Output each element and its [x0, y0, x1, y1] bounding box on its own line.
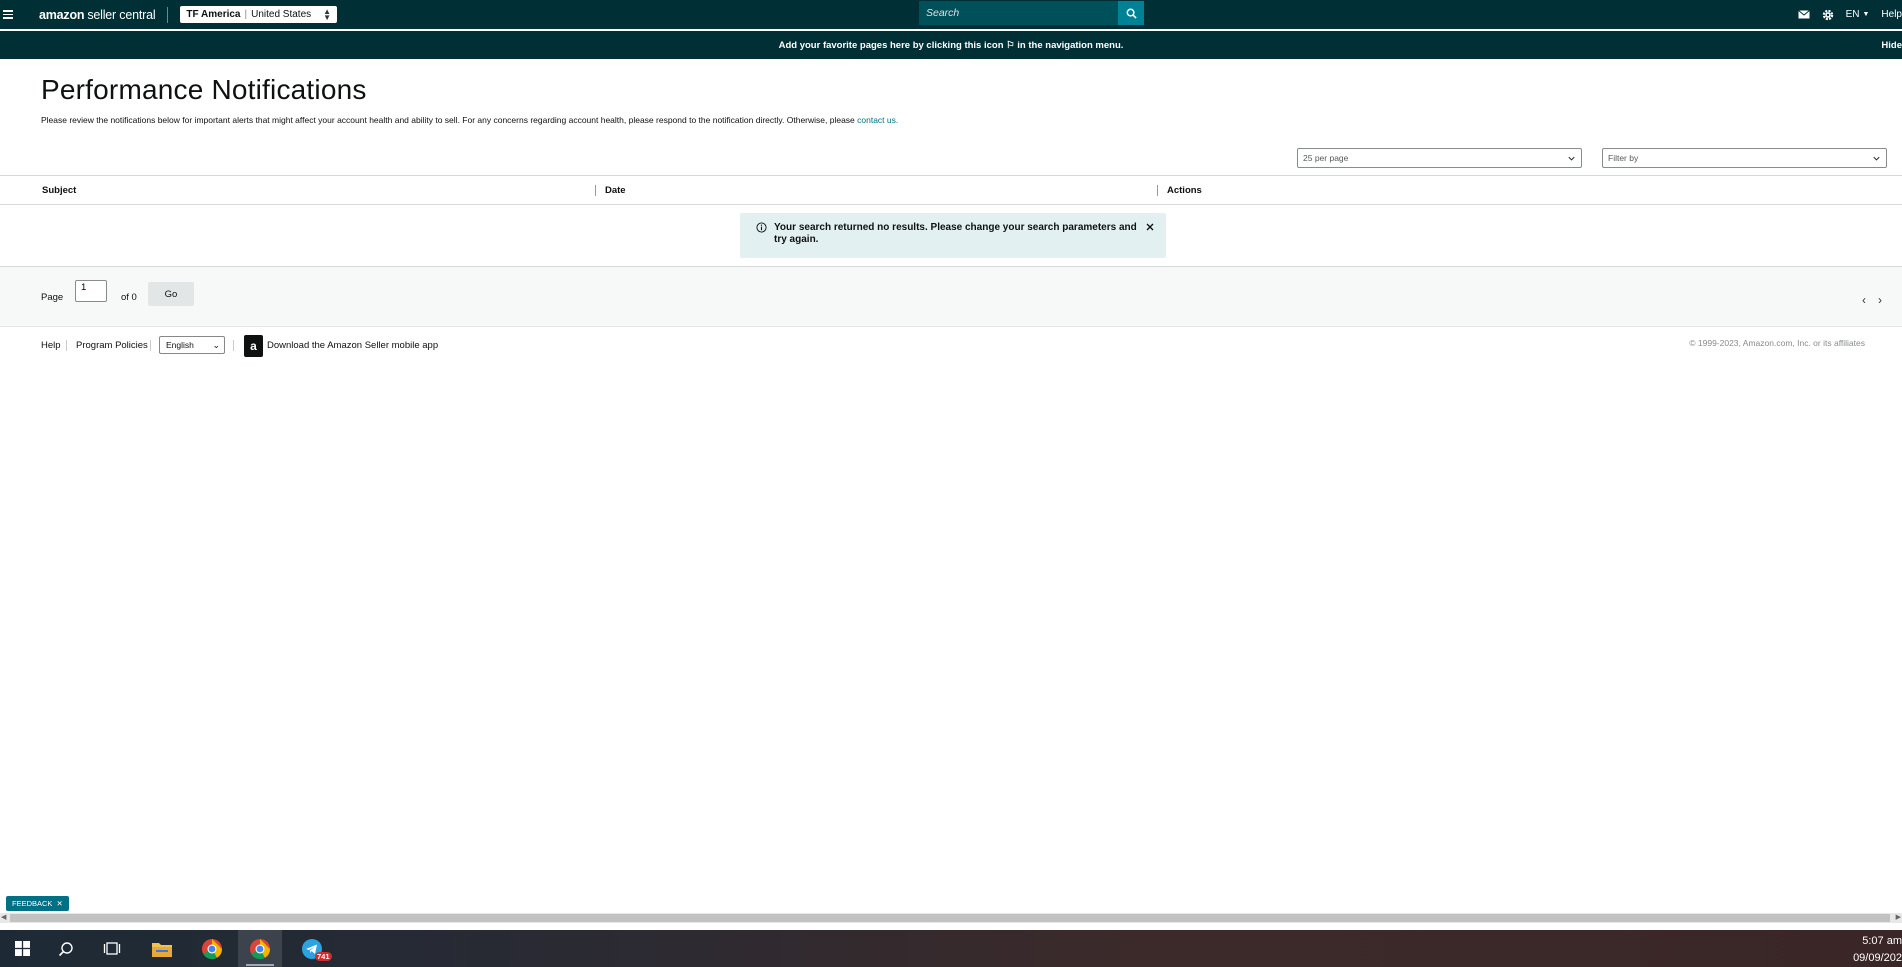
taskbar-search-button[interactable] — [44, 930, 88, 967]
search-icon — [1126, 8, 1137, 19]
notifications-table-header: Subject Date Actions — [0, 175, 1902, 205]
folder-icon — [152, 942, 172, 957]
chevron-down-icon: ⌄ — [212, 340, 220, 350]
account-separator: | — [244, 9, 248, 20]
footer-language-select[interactable]: English ⌄ — [159, 336, 225, 354]
windows-taskbar: 741 5:07 am 09/09/202 — [0, 930, 1902, 967]
intro-text: Please review the notifications below fo… — [41, 115, 858, 125]
feedback-label: FEEDBACK — [12, 899, 53, 908]
account-region: United States — [251, 9, 312, 20]
column-header-date[interactable]: Date — [605, 176, 626, 204]
info-icon — [756, 222, 767, 233]
mail-button[interactable] — [1797, 10, 1810, 19]
task-view-icon — [103, 942, 121, 955]
logo-text: seller central — [87, 7, 156, 22]
help-link[interactable]: Help — [1881, 9, 1902, 20]
no-results-alert: Your search returned no results. Please … — [740, 213, 1166, 258]
menu-icon[interactable] — [3, 10, 21, 19]
footer-help-link[interactable]: Help — [41, 340, 61, 351]
footer-divider — [150, 340, 151, 351]
footer-language-value: English — [166, 340, 194, 350]
footer-divider — [66, 340, 67, 351]
page-label: Page — [41, 292, 64, 303]
scroll-left-icon[interactable]: ◀ — [1, 913, 6, 921]
up-down-arrows-icon: ▲ ▼ — [323, 6, 332, 22]
page-count-label: of 0 — [121, 292, 137, 303]
copyright-text: © 1999-2023, Amazon.com, Inc. or its aff… — [1689, 338, 1865, 348]
language-label: EN — [1845, 9, 1860, 20]
language-selector[interactable]: EN ▼ — [1846, 9, 1870, 20]
filter-select[interactable]: Filter by — [1602, 148, 1887, 168]
chevron-down-icon — [1873, 156, 1880, 161]
account-switcher[interactable]: TF America | United States ▲ ▼ — [180, 6, 338, 23]
download-app-link[interactable]: Download the Amazon Seller mobile app — [267, 340, 438, 351]
contact-us-link[interactable]: contact us. — [857, 115, 898, 125]
chrome-active-window-button[interactable] — [238, 930, 282, 967]
feedback-close-icon[interactable]: ✕ — [56, 899, 62, 908]
search-icon — [58, 941, 73, 956]
feedback-button[interactable]: FEEDBACK ✕ — [6, 896, 69, 911]
favorites-message: Add your favorite pages here by clicking… — [778, 39, 1124, 51]
search-button[interactable] — [1118, 1, 1144, 25]
column-divider — [1157, 185, 1158, 196]
pagination-bar: Page of 0 Go ‹ › — [0, 266, 1902, 327]
alert-message: Your search returned no results. Please … — [774, 222, 1137, 245]
page-title: Performance Notifications — [41, 74, 367, 105]
column-divider — [595, 185, 596, 196]
footer-divider — [233, 340, 234, 351]
filter-placeholder: Filter by — [1608, 153, 1639, 163]
horizontal-scrollbar[interactable]: ◀ ▶ — [0, 913, 1902, 923]
page-arrows: ‹ › — [1862, 293, 1882, 307]
mail-icon — [1797, 10, 1810, 19]
page-intro: Please review the notifications below fo… — [41, 115, 898, 125]
search-input[interactable] — [919, 1, 1119, 25]
file-explorer-button[interactable] — [140, 930, 184, 967]
telegram-unread-badge: 741 — [315, 952, 332, 961]
telegram-button[interactable]: 741 — [290, 930, 334, 967]
favorites-bar: Add your favorite pages here by clicking… — [0, 31, 1902, 59]
system-clock[interactable]: 5:07 am 09/09/202 — [1853, 933, 1902, 967]
task-view-button[interactable] — [90, 930, 134, 967]
page-number-input[interactable] — [75, 280, 107, 302]
clock-time: 5:07 am — [1862, 935, 1902, 947]
clock-date: 09/09/202 — [1853, 952, 1902, 964]
app-icon-letter: a — [250, 339, 257, 353]
page-footer: Help Program Policies English ⌄ a Downlo… — [0, 333, 1902, 357]
hide-favorites-button[interactable]: Hide — [1881, 40, 1902, 51]
column-header-subject[interactable]: Subject — [42, 176, 76, 204]
column-header-actions: Actions — [1167, 184, 1202, 196]
close-icon[interactable] — [1145, 222, 1155, 232]
account-name: TF America — [186, 9, 241, 20]
windows-icon — [14, 941, 30, 956]
scroll-right-icon[interactable]: ▶ — [1896, 913, 1901, 921]
chevron-down-icon: ▼ — [1862, 11, 1870, 18]
chrome-button[interactable] — [190, 930, 234, 967]
chevron-down-icon — [1568, 156, 1575, 161]
settings-button[interactable] — [1822, 9, 1834, 21]
next-page-icon[interactable]: › — [1878, 293, 1882, 307]
gear-icon — [1822, 9, 1833, 20]
per-page-value: 25 per page — [1303, 153, 1349, 163]
logo-brand: amazon — [39, 7, 85, 22]
top-right-controls: EN ▼ Help — [1797, 0, 1902, 29]
amazon-app-icon[interactable]: a — [244, 335, 263, 357]
start-button[interactable] — [0, 930, 44, 967]
previous-page-icon[interactable]: ‹ — [1862, 293, 1866, 307]
per-page-select[interactable]: 25 per page — [1297, 148, 1582, 168]
chrome-icon — [250, 938, 271, 959]
top-navigation-bar: amazon seller central TF America | Unite… — [0, 0, 1902, 29]
search-box — [919, 1, 1144, 25]
logo-divider — [167, 6, 169, 23]
scrollbar-thumb[interactable] — [10, 914, 1890, 922]
footer-program-policies-link[interactable]: Program Policies — [76, 340, 148, 351]
go-button[interactable]: Go — [148, 282, 194, 306]
seller-central-logo[interactable]: amazon seller central — [39, 7, 156, 22]
chrome-icon — [202, 938, 223, 959]
